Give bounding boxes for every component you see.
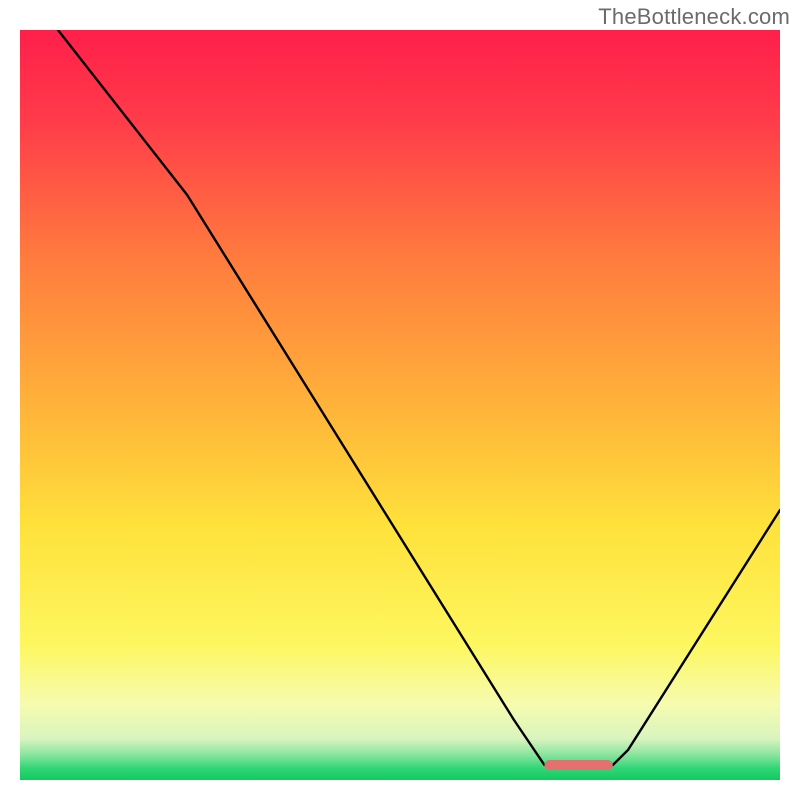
optimal-range-marker	[544, 760, 612, 770]
watermark-text: TheBottleneck.com	[598, 4, 790, 30]
chart-container: TheBottleneck.com	[0, 0, 800, 800]
gradient-background	[20, 30, 780, 780]
plot-svg	[20, 30, 780, 780]
